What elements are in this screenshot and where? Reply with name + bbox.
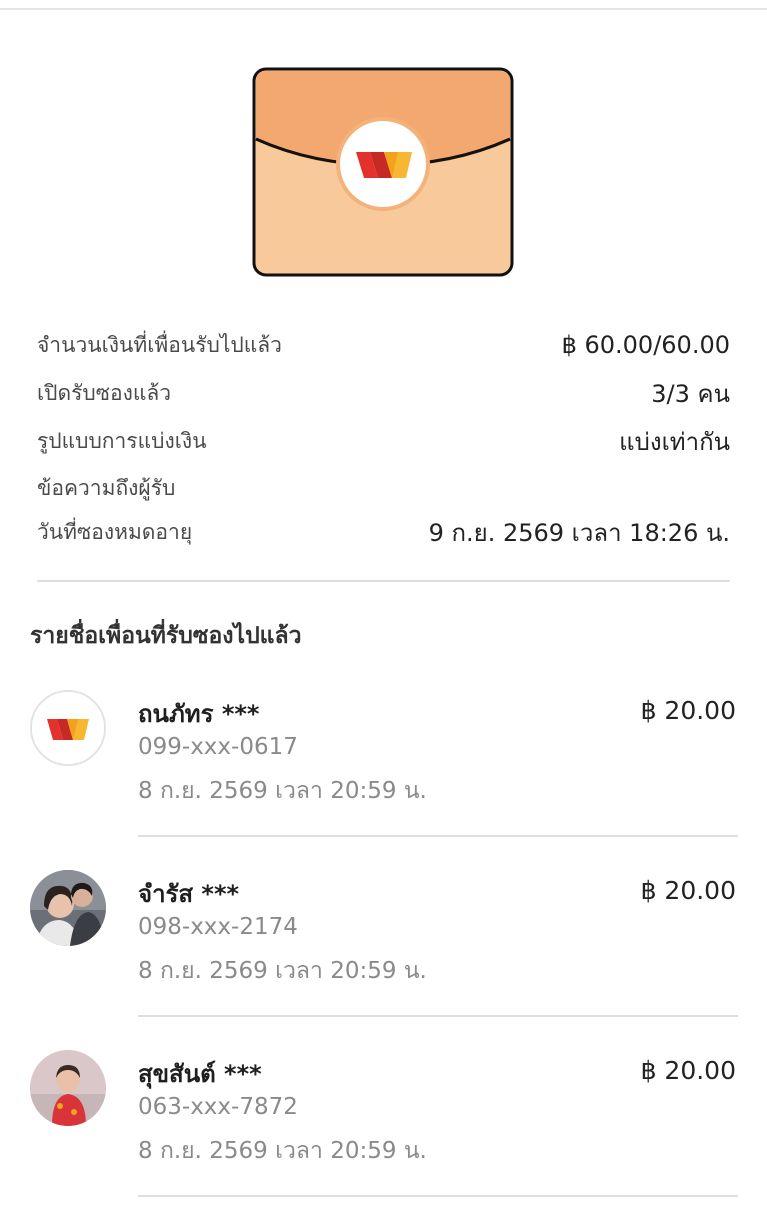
envelope-illustration — [252, 67, 514, 277]
recipient-amount: ฿ 20.00 — [640, 876, 736, 905]
recipient-row[interactable]: จำรัส *** 098-xxx-2174 8 ก.ย. 2569 เวลา … — [0, 868, 767, 1048]
summary-row-expiry: วันที่ซองหมดอายุ 9 ก.ย. 2569 เวลา 18:26 … — [37, 512, 730, 552]
recipient-divider — [138, 1195, 738, 1197]
avatar — [30, 690, 106, 766]
split-label: รูปแบบการแบ่งเงิน — [37, 428, 207, 453]
summary-divider — [37, 580, 730, 582]
recipient-divider — [138, 835, 738, 837]
recipient-phone: 063-xxx-7872 — [138, 1094, 298, 1120]
recipient-row[interactable]: สุขสันต์ *** 063-xxx-7872 8 ก.ย. 2569 เว… — [0, 1048, 767, 1228]
recipient-date: 8 ก.ย. 2569 เวลา 20:59 น. — [138, 1138, 427, 1164]
recipient-amount: ฿ 20.00 — [640, 1056, 736, 1085]
recipient-name: ถนภัทร *** — [138, 700, 260, 728]
recipient-divider — [138, 1015, 738, 1017]
summary-row-opened: เปิดรับซองแล้ว 3/3 คน — [37, 373, 730, 413]
recipients-title: รายชื่อเพื่อนที่รับซองไปแล้ว — [30, 623, 302, 649]
summary-row-split: รูปแบบการแบ่งเงิน แบ่งเท่ากัน — [37, 421, 730, 461]
summary-row-amount: จำนวนเงินที่เพื่อนรับไปแล้ว ฿ 60.00/60.0… — [37, 325, 730, 365]
summary-row-message: ข้อความถึงผู้รับ — [37, 468, 730, 508]
recipient-date: 8 ก.ย. 2569 เวลา 20:59 น. — [138, 778, 427, 804]
avatar — [30, 870, 106, 946]
split-value: แบ่งเท่ากัน — [619, 427, 730, 456]
amount-label: จำนวนเงินที่เพื่อนรับไปแล้ว — [37, 332, 282, 357]
recipient-name: สุขสันต์ *** — [138, 1060, 262, 1088]
top-divider — [0, 8, 767, 10]
recipient-date: 8 ก.ย. 2569 เวลา 20:59 น. — [138, 958, 427, 984]
recipient-amount: ฿ 20.00 — [640, 696, 736, 725]
expiry-label: วันที่ซองหมดอายุ — [37, 519, 193, 544]
opened-label: เปิดรับซองแล้ว — [37, 380, 172, 405]
recipient-name: จำรัส *** — [138, 880, 240, 908]
expiry-value: 9 ก.ย. 2569 เวลา 18:26 น. — [428, 518, 730, 547]
avatar — [30, 1050, 106, 1126]
recipient-phone: 099-xxx-0617 — [138, 734, 298, 760]
message-label: ข้อความถึงผู้รับ — [37, 475, 176, 500]
recipient-row[interactable]: ถนภัทร *** 099-xxx-0617 8 ก.ย. 2569 เวลา… — [0, 688, 767, 868]
recipient-phone: 098-xxx-2174 — [138, 914, 298, 940]
amount-value: ฿ 60.00/60.00 — [561, 331, 730, 359]
opened-value: 3/3 คน — [651, 379, 730, 408]
